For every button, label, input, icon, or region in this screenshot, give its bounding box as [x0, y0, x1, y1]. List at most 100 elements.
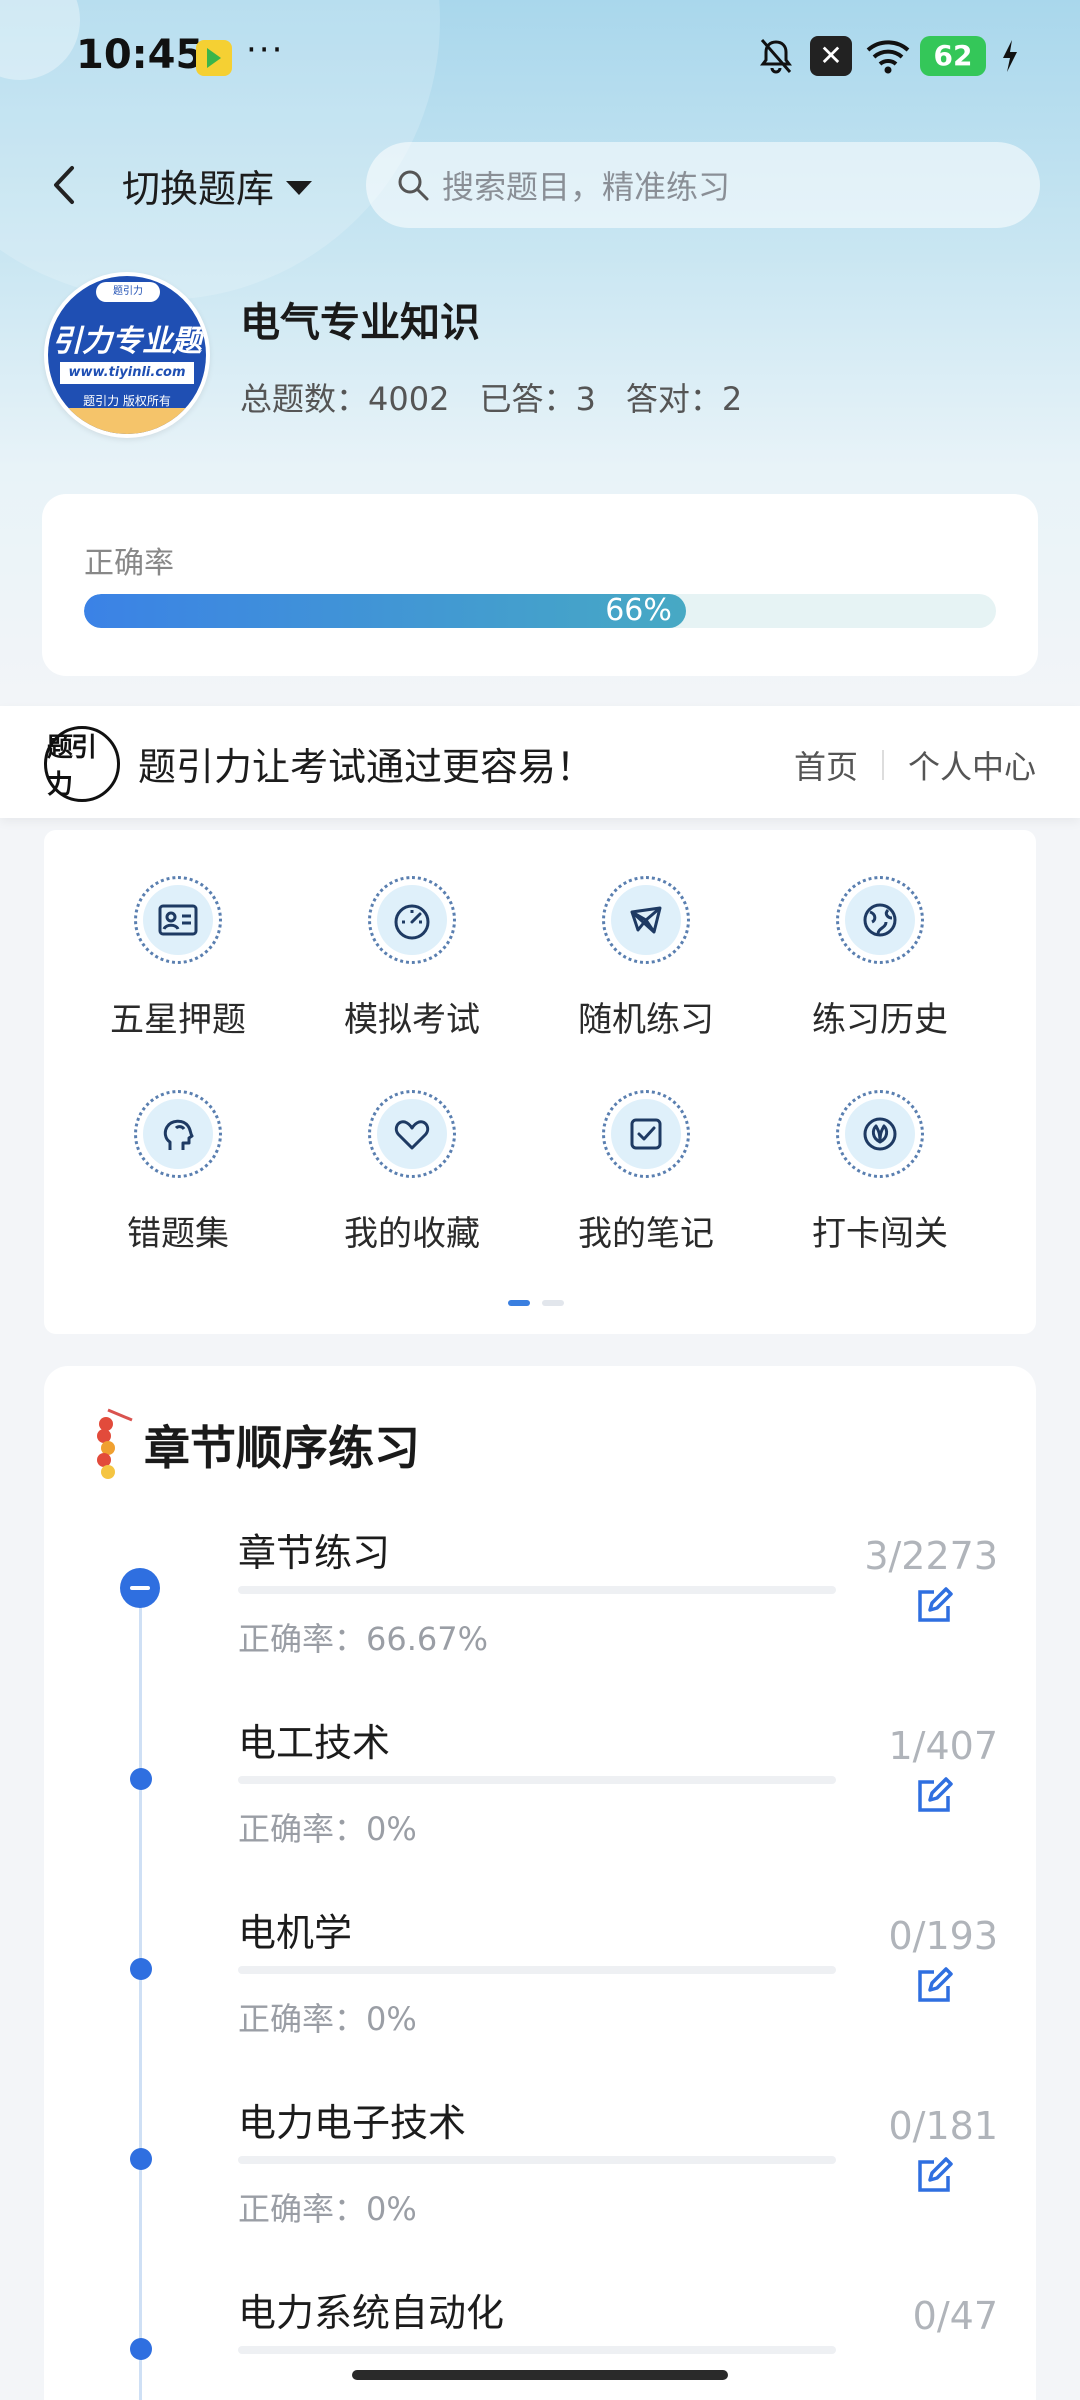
chapter-name: 电工技术	[238, 1721, 391, 1765]
link-divider	[881, 750, 884, 780]
home-indicator[interactable]	[352, 2370, 728, 2380]
home-link[interactable]: 首页	[794, 742, 858, 788]
timeline-dot	[130, 2338, 152, 2360]
chapter-rate: 正确率：66.67%	[238, 1620, 489, 1658]
back-button[interactable]	[44, 162, 84, 208]
top-bar: 切换题库 搜索题目，精准练习	[0, 140, 1080, 230]
accuracy-card: 正确率 66%	[42, 494, 1038, 676]
timeline-dot	[130, 1958, 152, 1980]
charging-icon	[1000, 36, 1040, 76]
feature-random-practice[interactable]: 随机练习	[546, 876, 746, 1056]
search-input[interactable]: 搜索题目，精准练习	[366, 142, 1040, 228]
edit-icon[interactable]	[912, 1774, 956, 1818]
globe-icon	[845, 885, 915, 955]
page-indicator	[508, 1300, 564, 1306]
wifi-icon	[866, 36, 910, 76]
bank-title: 电气专业知识	[240, 300, 480, 346]
firecracker-icon	[97, 1408, 133, 1479]
chapter-row[interactable]: 章节练习 正确率：66.67% 3/2273	[44, 1522, 1036, 1712]
network-icon	[611, 885, 681, 955]
chapter-row[interactable]: 电力电子技术 正确率：0% 0/181	[44, 2092, 1036, 2282]
heart-icon	[377, 1099, 447, 1169]
status-bar: 10:45 ··· ✕ 62	[0, 28, 1080, 92]
chapter-rate: 正确率：0%	[238, 1810, 417, 1848]
page-dot	[542, 1300, 564, 1306]
profile-link[interactable]: 个人中心	[908, 742, 1036, 788]
app-notification-icon	[196, 40, 232, 76]
chevron-left-icon	[54, 166, 74, 204]
chapter-count: 0/47	[912, 2294, 998, 2338]
gauge-icon	[377, 885, 447, 955]
accuracy-progress-fill: 66%	[84, 594, 686, 628]
page-dot-active	[508, 1300, 530, 1306]
brand-logo: 题引力	[44, 726, 120, 802]
chapter-progress-bar	[238, 1776, 836, 1784]
chapter-progress-bar	[238, 2156, 836, 2164]
banner-links: 首页 个人中心	[794, 742, 1036, 788]
accuracy-value: 66%	[605, 594, 672, 628]
correct-count: 答对：2	[625, 380, 743, 418]
chapter-name: 章节练习	[238, 1531, 391, 1575]
edit-icon[interactable]	[912, 1584, 956, 1628]
status-time: 10:45	[76, 32, 204, 78]
feature-favorites[interactable]: 我的收藏	[312, 1090, 512, 1270]
chapter-row[interactable]: 电力系统自动化 0/47	[44, 2282, 1036, 2400]
feature-grid: 五星押题 模拟考试 随机练习 练习历史 错题集 我的收藏 我的笔记 打卡闯关	[44, 830, 1036, 1334]
search-placeholder: 搜索题目，精准练习	[442, 168, 731, 206]
logo-text: 引力专业题	[52, 324, 202, 359]
edit-icon[interactable]	[912, 2154, 956, 2198]
feature-wrong-questions[interactable]: 错题集	[78, 1090, 278, 1270]
chapter-row[interactable]: 电工技术 正确率：0% 1/407	[44, 1712, 1036, 1902]
accuracy-progress-bar: 66%	[84, 594, 996, 628]
checklist-icon	[611, 1099, 681, 1169]
collapse-icon[interactable]	[120, 1568, 160, 1608]
feature-label: 我的收藏	[344, 1214, 480, 1254]
total-count: 总题数：4002	[240, 380, 450, 418]
chapter-count: 1/407	[888, 1724, 998, 1768]
edit-icon[interactable]	[912, 1964, 956, 2008]
close-notification-icon: ✕	[810, 36, 852, 76]
feature-practice-history[interactable]: 练习历史	[780, 876, 980, 1056]
feature-label: 我的笔记	[578, 1214, 714, 1254]
feature-notes[interactable]: 我的笔记	[546, 1090, 746, 1270]
chapter-practice-card: 章节顺序练习 章节练习 正确率：66.67% 3/2273 电工技术 正确率：0…	[44, 1366, 1036, 2400]
chapter-progress-bar	[238, 1966, 836, 1974]
chapter-header: 章节顺序练习	[88, 1402, 420, 1488]
chapter-count: 0/193	[888, 1914, 998, 1958]
chapter-row[interactable]: 电机学 正确率：0% 0/193	[44, 1902, 1036, 2092]
chapter-name: 电力电子技术	[238, 2101, 467, 2145]
chapter-progress-bar	[238, 1586, 836, 1594]
feature-label: 五星押题	[110, 1000, 246, 1040]
promo-banner: 题引力 题引力让考试通过更容易！ 首页 个人中心	[0, 706, 1080, 818]
bank-logo: 题引力 引力专业题 www.tiyinli.com 题引力 版权所有	[44, 272, 210, 438]
feature-five-star[interactable]: 五星押题	[78, 876, 278, 1056]
feature-mock-exam[interactable]: 模拟考试	[312, 876, 512, 1056]
timeline-dot	[130, 1768, 152, 1790]
switch-bank-dropdown[interactable]: 切换题库	[122, 158, 313, 213]
chapter-rate: 正确率：0%	[238, 2000, 417, 2038]
caret-down-icon	[286, 180, 313, 195]
leaf-icon	[845, 1099, 915, 1169]
chapter-name: 电机学	[238, 1911, 353, 1955]
banner-slogan: 题引力让考试通过更容易！	[138, 745, 595, 789]
timeline-dot	[130, 2148, 152, 2170]
logo-url: www.tiyinli.com	[60, 362, 194, 384]
feature-label: 模拟考试	[344, 1000, 480, 1040]
switch-bank-label: 切换题库	[122, 167, 275, 211]
chapter-rate: 正确率：0%	[238, 2190, 417, 2228]
chapter-section-title: 章节顺序练习	[144, 1421, 420, 1475]
answered-count: 已答：3	[479, 380, 596, 418]
feature-label: 练习历史	[812, 1000, 948, 1040]
logo-tag: 题引力	[96, 282, 160, 302]
feature-checkin[interactable]: 打卡闯关	[780, 1090, 980, 1270]
feature-label: 随机练习	[578, 1000, 714, 1040]
id-card-icon	[143, 885, 213, 955]
chapter-name: 电力系统自动化	[238, 2291, 505, 2335]
chapter-count: 3/2273	[864, 1534, 998, 1578]
accuracy-label: 正确率	[84, 546, 174, 581]
chapter-progress-bar	[238, 2346, 836, 2354]
mute-bell-icon	[756, 36, 796, 76]
search-icon	[398, 170, 429, 201]
feature-label: 错题集	[127, 1214, 229, 1254]
battery-indicator: 62	[920, 36, 986, 76]
